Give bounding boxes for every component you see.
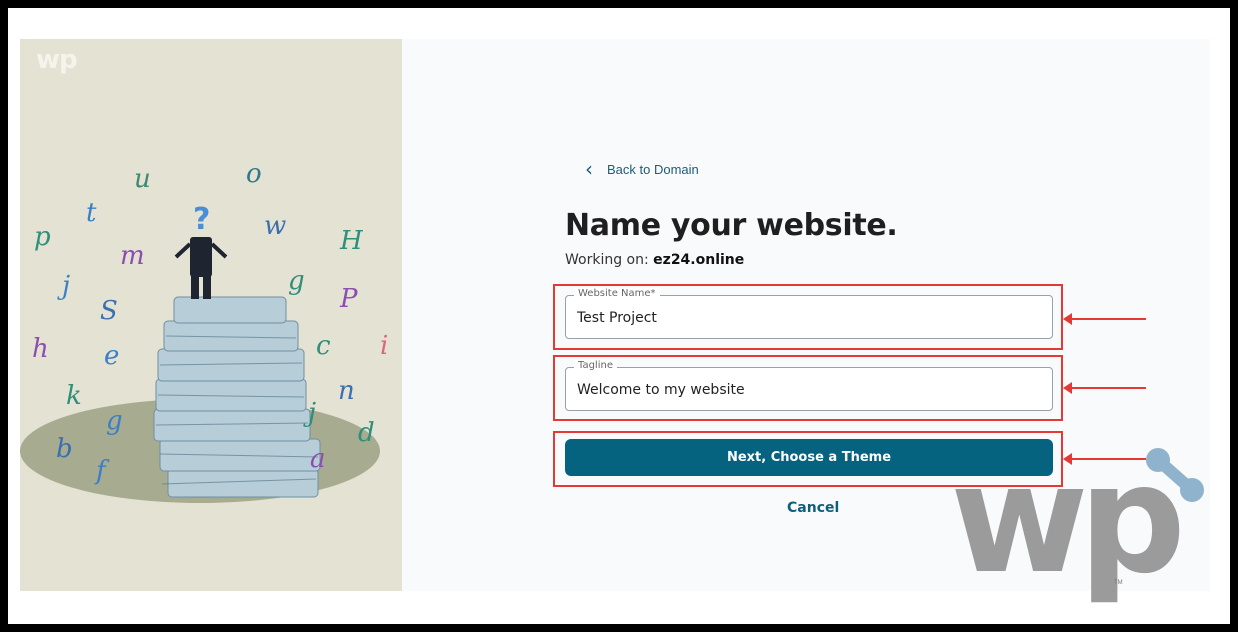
highlight-website-name bbox=[553, 284, 1063, 350]
svg-text:k: k bbox=[66, 381, 82, 411]
back-label: Back to Domain bbox=[607, 161, 699, 177]
svg-text:d: d bbox=[358, 418, 375, 448]
svg-text:u: u bbox=[134, 164, 151, 194]
art-logo: wp bbox=[36, 45, 78, 75]
arrow-left-icon bbox=[1063, 382, 1146, 394]
svg-text:i: i bbox=[380, 331, 388, 361]
watermark-connector-icon bbox=[1146, 448, 1204, 502]
arrow-left-icon bbox=[1063, 313, 1146, 325]
svg-text:S: S bbox=[100, 296, 118, 326]
working-on-text: Working on: ez24.online bbox=[565, 252, 744, 268]
back-to-domain-link[interactable]: ‹ Back to Domain bbox=[585, 159, 699, 179]
svg-text:c: c bbox=[316, 331, 331, 361]
svg-text:m: m bbox=[120, 241, 145, 271]
cancel-link[interactable]: Cancel bbox=[787, 500, 839, 516]
svg-text:j: j bbox=[57, 271, 70, 301]
chevron-left-icon: ‹ bbox=[585, 157, 593, 181]
svg-text:g: g bbox=[106, 406, 123, 436]
svg-text:p: p bbox=[34, 222, 51, 252]
svg-text:g: g bbox=[288, 266, 305, 296]
domain-name: ez24.online bbox=[653, 252, 745, 268]
page-title: Name your website. bbox=[565, 208, 898, 243]
svg-text:a: a bbox=[310, 444, 326, 474]
hero-illustration: ? u o t p m w H j g P S c i h e k g n b … bbox=[20, 39, 402, 591]
svg-text:b: b bbox=[56, 434, 73, 464]
working-prefix: Working on: bbox=[565, 252, 649, 268]
svg-text:h: h bbox=[32, 334, 49, 364]
svg-text:?: ? bbox=[193, 202, 210, 237]
svg-text:P: P bbox=[339, 284, 358, 314]
svg-text:w: w bbox=[264, 211, 286, 241]
svg-text:e: e bbox=[104, 341, 119, 371]
highlight-tagline bbox=[553, 355, 1063, 421]
svg-text:n: n bbox=[338, 376, 355, 406]
trademark-mark: TM bbox=[1114, 580, 1123, 586]
svg-text:o: o bbox=[246, 159, 262, 189]
svg-text:t: t bbox=[86, 198, 97, 228]
svg-text:H: H bbox=[339, 226, 364, 256]
paper-stack-illustration: ? u o t p m w H j g P S c i h e k g n b … bbox=[20, 159, 388, 503]
